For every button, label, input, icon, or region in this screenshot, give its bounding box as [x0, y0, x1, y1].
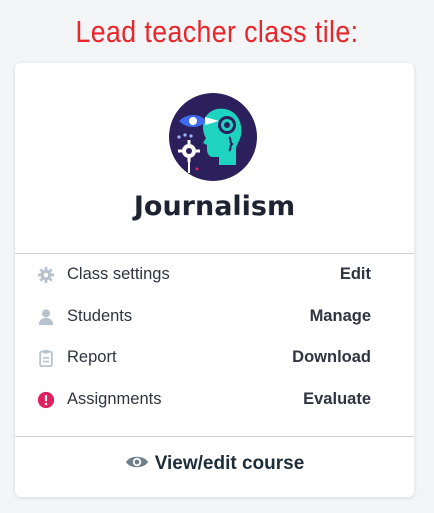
row-label: Class settings	[67, 265, 170, 283]
class-title: Journalism	[133, 191, 296, 222]
clipboard-icon	[39, 349, 53, 367]
divider	[15, 253, 414, 254]
journalism-illustration-icon	[169, 93, 257, 181]
edit-link[interactable]: Edit	[340, 265, 371, 284]
row-label: Report	[67, 348, 117, 366]
row-report: Report Download	[15, 341, 414, 375]
eye-icon	[125, 456, 148, 468]
row-assignments: Assignments Evaluate	[15, 383, 414, 417]
row-students: Students Manage	[15, 300, 414, 334]
manage-link[interactable]: Manage	[310, 307, 371, 326]
caption-heading: Lead teacher class tile:	[75, 14, 359, 49]
view-edit-course-label: View/edit course	[154, 453, 305, 474]
view-edit-course-link[interactable]: View/edit course	[15, 453, 414, 475]
row-class-settings: Class settings Edit	[15, 258, 414, 292]
download-link[interactable]: Download	[292, 348, 371, 367]
row-label: Assignments	[67, 390, 162, 408]
row-label: Students	[67, 307, 133, 325]
user-icon	[38, 309, 54, 326]
alert-icon	[37, 391, 55, 409]
gear-icon	[37, 266, 55, 284]
evaluate-link[interactable]: Evaluate	[303, 390, 371, 409]
divider	[15, 436, 414, 437]
class-tile: Journalism Class settings Edit Students …	[15, 63, 414, 497]
